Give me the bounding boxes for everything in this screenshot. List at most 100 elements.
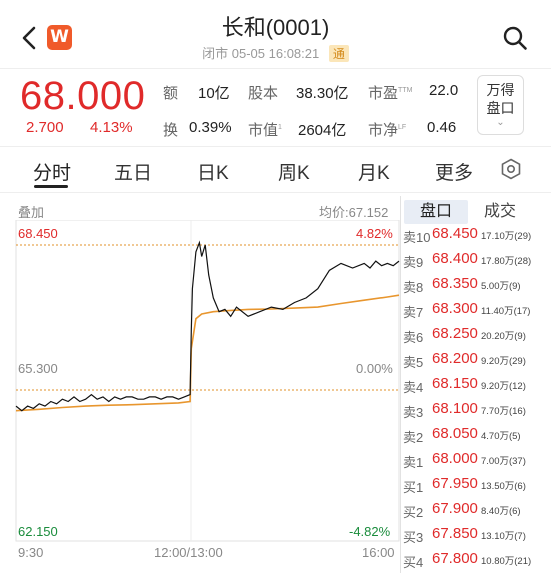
pe-label: 市盈TTM	[368, 82, 412, 103]
orderbook-row[interactable]: 卖7 68.300 11.40万(17)	[401, 299, 551, 324]
orderbook-price: 68.300	[432, 300, 478, 317]
orderbook-price: 68.200	[432, 350, 478, 367]
orderbook-level-label: 卖3	[403, 405, 424, 420]
orderbook-price: 68.350	[432, 275, 478, 292]
orderbook-row[interactable]: 卖5 68.200 9.20万(29)	[401, 349, 551, 374]
orderbook-level-label: 买2	[403, 505, 424, 520]
price-line	[15, 240, 400, 412]
orderbook-level-label: 卖4	[403, 380, 424, 395]
orderbook-price: 67.950	[432, 475, 478, 492]
orderbook-volume: 11.40万(17)	[481, 306, 531, 317]
share-capital-value: 38.30亿	[296, 85, 349, 102]
tab-trades[interactable]: 成交	[470, 200, 530, 224]
orderbook-price: 68.400	[432, 250, 478, 267]
chevron-down-icon: ⌄	[496, 117, 505, 128]
orderbook-level-label: 卖7	[403, 305, 424, 320]
orderbook-volume: 7.70万(16)	[481, 406, 526, 417]
tab-intraday[interactable]: 分时	[33, 158, 71, 185]
market-status-text: 闭市	[202, 46, 229, 61]
search-icon[interactable]	[502, 25, 528, 51]
orderbook-volume: 17.10万(29)	[481, 231, 532, 242]
orderbook-level-label: 卖6	[403, 330, 424, 345]
orderbook-row[interactable]: 买1 67.950 13.50万(6)	[401, 474, 551, 499]
market-cap-label-sup: 1	[278, 124, 282, 131]
top-bar: W 长和(0001) 闭市 05-05 16:08:21 通	[0, 0, 551, 68]
orderbook-price: 68.150	[432, 375, 478, 392]
orderbook-row[interactable]: 卖4 68.150 9.20万(12)	[401, 374, 551, 399]
orderbook-level-label: 买4	[403, 555, 424, 570]
divider	[0, 192, 551, 193]
orderbook-volume: 10.80万(21)	[481, 556, 532, 567]
orderbook-level-label: 卖1	[403, 455, 424, 470]
orderbook-row[interactable]: 买2 67.900 8.40万(6)	[401, 499, 551, 524]
orderbook-price: 68.100	[432, 400, 478, 417]
wande-orderbook-button[interactable]: 万得 盘口 ⌄	[477, 75, 524, 135]
pe-label-sup: TTM	[398, 87, 413, 94]
orderbook-volume: 13.10万(7)	[481, 531, 526, 542]
orderbook-row[interactable]: 卖6 68.250 20.20万(9)	[401, 324, 551, 349]
orderbook-price: 68.450	[432, 225, 478, 242]
orderbook-level-label: 卖9	[403, 255, 424, 270]
orderbook-row[interactable]: 买4 67.800 10.80万(21)	[401, 549, 551, 573]
overlay-button[interactable]: 叠加	[18, 202, 44, 221]
active-tab-indicator	[34, 185, 68, 188]
market-cap-value: 2604亿	[298, 122, 347, 139]
tab-more[interactable]: 更多	[435, 158, 473, 185]
orderbook-price: 68.250	[432, 325, 478, 342]
tab-five-day[interactable]: 五日	[114, 158, 152, 185]
orderbook-level-label: 买1	[403, 480, 424, 495]
intraday-chart[interactable]	[0, 220, 400, 542]
orderbook-volume: 8.40万(6)	[481, 506, 521, 517]
orderbook-volume: 5.00万(9)	[481, 281, 521, 292]
tab-monthly-k[interactable]: 月K	[358, 158, 390, 185]
orderbook-row[interactable]: 卖10 68.450 17.10万(29)	[401, 224, 551, 249]
market-status: 闭市 05-05 16:08:21 通	[0, 43, 551, 62]
pe-label-text: 市盈	[368, 85, 399, 102]
price-change-percent: 4.13%	[90, 119, 133, 136]
orderbook-volume: 9.20万(29)	[481, 356, 526, 367]
orderbook-row[interactable]: 卖8 68.350 5.00万(9)	[401, 274, 551, 299]
tab-daily-k[interactable]: 日K	[197, 158, 229, 185]
orderbook-level-label: 买3	[403, 530, 424, 545]
average-price-label: 均价:67.152	[319, 205, 389, 220]
market-cap-label: 市值1	[248, 119, 282, 140]
orderbook-volume: 20.20万(9)	[481, 331, 526, 342]
turnover-rate-label: 换	[163, 122, 179, 139]
pb-label: 市净LF	[368, 119, 406, 140]
divider	[0, 146, 551, 147]
connect-badge: 通	[328, 45, 349, 62]
price-change: 2.700	[26, 119, 64, 136]
stock-title: 长和(0001)	[221, 15, 330, 40]
orderbook-volume: 9.20万(12)	[481, 381, 526, 392]
orderbook-level-label: 卖2	[403, 430, 424, 445]
turnover-label: 额	[163, 85, 179, 102]
orderbook-price: 67.900	[432, 500, 478, 517]
turnover-value: 10亿	[198, 85, 230, 102]
wande-label-2: 盘口	[486, 100, 515, 116]
settings-icon[interactable]	[500, 158, 522, 180]
orderbook-row[interactable]: 买3 67.850 13.10万(7)	[401, 524, 551, 549]
turnover-rate-value: 0.39%	[189, 119, 232, 136]
orderbook-volume: 17.80万(28)	[481, 256, 532, 267]
orderbook-level-label: 卖5	[403, 355, 424, 370]
orderbook-price: 67.850	[432, 525, 478, 542]
orderbook-row[interactable]: 卖9 68.400 17.80万(28)	[401, 249, 551, 274]
pb-value: 0.46	[427, 119, 457, 136]
orderbook-row[interactable]: 卖1 68.000 7.00万(37)	[401, 449, 551, 474]
tab-weekly-k[interactable]: 周K	[278, 158, 310, 185]
orderbook-row[interactable]: 卖2 68.050 4.70万(5)	[401, 424, 551, 449]
x-axis-end-label: 16:00	[362, 545, 395, 560]
orderbook-price: 68.050	[432, 425, 478, 442]
average-price-line	[15, 294, 400, 412]
orderbook-price: 68.000	[432, 450, 478, 467]
orderbook-row[interactable]: 卖3 68.100 7.70万(16)	[401, 399, 551, 424]
pb-label-sup: LF	[398, 124, 407, 131]
pb-label-text: 市净	[368, 122, 399, 139]
wande-label-1: 万得	[486, 82, 515, 98]
x-axis-start-label: 9:30	[18, 545, 44, 560]
quote-datetime: 05-05 16:08:21	[231, 46, 320, 61]
orderbook-volume: 7.00万(37)	[481, 456, 526, 467]
orderbook-volume: 4.70万(5)	[481, 431, 521, 442]
orderbook-level-label: 卖8	[403, 280, 424, 295]
tab-orderbook[interactable]: 盘口	[404, 200, 468, 224]
